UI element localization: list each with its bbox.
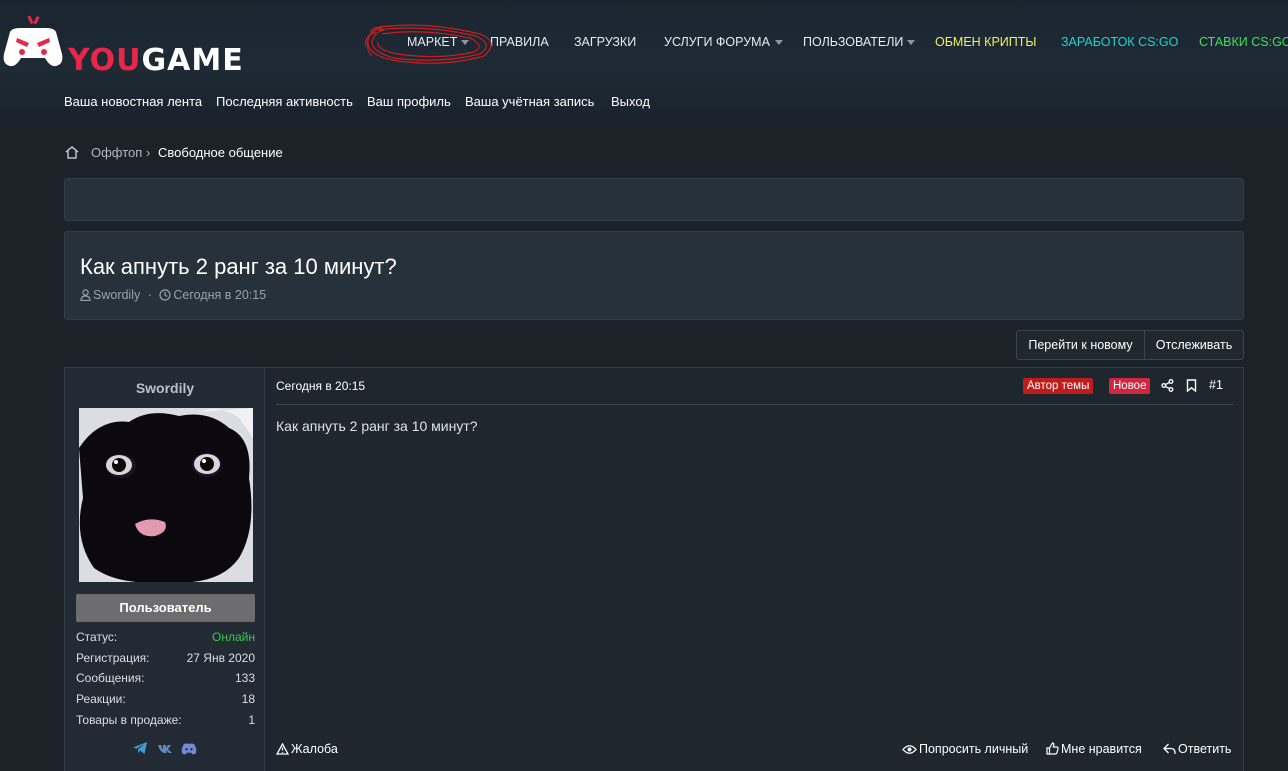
chevron-right-icon: › — [146, 145, 151, 160]
nav-users[interactable]: ПОЛЬЗОВАТЕЛИ — [803, 34, 903, 50]
post: Swordily Пользователь Статус: Онлайн Рег… — [64, 367, 1244, 771]
bookmark-icon[interactable] — [1186, 379, 1197, 397]
stat-label: Сообщения: — [76, 671, 145, 685]
report-button[interactable]: Жалоба — [275, 741, 338, 759]
warning-icon — [275, 742, 290, 759]
notice-area — [64, 178, 1244, 221]
like-button[interactable]: Мне нравится — [1046, 741, 1142, 759]
tag-new: Новое — [1109, 378, 1151, 394]
thread-author[interactable]: Swordily — [93, 288, 140, 302]
home-icon[interactable] — [64, 145, 80, 164]
nav-crypto-exchange[interactable]: ОБМЕН КРИПТЫ — [935, 34, 1036, 50]
stat-reactions: Реакции: 18 — [76, 691, 255, 707]
post-divider — [276, 404, 1233, 405]
stat-value: Онлайн — [212, 630, 255, 644]
post-date[interactable]: Сегодня в 20:15 — [276, 379, 365, 393]
watch-button[interactable]: Отслеживать — [1145, 331, 1243, 359]
breadcrumb-free-talk[interactable]: Свободное общение — [158, 145, 283, 161]
gamepad-logo-icon — [3, 15, 63, 67]
reply-icon — [1163, 743, 1176, 759]
nav-downloads[interactable]: ЗАГРУЗКИ — [574, 34, 636, 50]
stat-value[interactable]: 133 — [235, 670, 255, 686]
stat-messages: Сообщения: 133 — [76, 670, 255, 686]
post-body: Как апнуть 2 ранг за 10 минут? — [276, 418, 478, 434]
stat-label: Реакции: — [76, 692, 126, 706]
share-icon[interactable] — [1161, 379, 1174, 397]
breadcrumb-offtop[interactable]: Оффтоп — [91, 145, 142, 161]
telegram-icon[interactable] — [132, 741, 148, 760]
user-role-badge: Пользователь — [76, 594, 255, 622]
ask-private-label: Попросить личный — [919, 742, 1029, 756]
subnav-logout[interactable]: Выход — [611, 94, 650, 110]
subnav-account[interactable]: Ваша учётная запись — [465, 94, 594, 110]
tag-thread-author: Автор темы — [1023, 378, 1094, 394]
stat-value: 18 — [241, 692, 255, 706]
stat-value: 27 Янв 2020 — [186, 651, 255, 665]
ask-private-button[interactable]: Попросить личный — [902, 741, 1028, 759]
stat-label: Регистрация: — [76, 651, 150, 665]
nav-users-caret-icon[interactable] — [907, 40, 915, 45]
stat-status: Статус: Онлайн — [76, 629, 255, 645]
stat-label: Товары в продаже: — [76, 713, 182, 727]
thread-date[interactable]: Сегодня в 20:15 — [173, 288, 266, 302]
post-message: Сегодня в 20:15 Автор темы Новое #1 Как … — [265, 368, 1243, 771]
subnav-recent-activity[interactable]: Последняя активность — [216, 94, 353, 110]
stat-label: Статус: — [76, 630, 118, 644]
post-tags: Автор темы Новое #1 — [1023, 377, 1233, 397]
nav-bets-csgo[interactable]: СТАВКИ CS:GO — [1199, 34, 1288, 50]
nav-rules[interactable]: ПРАВИЛА — [490, 34, 549, 50]
post-user-panel: Swordily Пользователь Статус: Онлайн Рег… — [65, 368, 265, 771]
post-username[interactable]: Swordily — [65, 380, 265, 396]
report-label: Жалоба — [291, 742, 338, 756]
avatar[interactable] — [79, 408, 253, 582]
discord-icon[interactable] — [181, 742, 197, 760]
go-to-new-button[interactable]: Перейти к новому — [1017, 331, 1144, 359]
thread-header: Как апнуть 2 ранг за 10 минут? Swordily … — [64, 231, 1244, 320]
eye-icon — [902, 743, 917, 759]
post-footer: Жалоба Попросить личный Мне нравится Отв… — [275, 741, 1233, 759]
like-label: Мне нравится — [1061, 742, 1142, 756]
clock-icon — [159, 289, 171, 304]
thumbs-up-icon — [1046, 742, 1059, 759]
stat-registration: Регистрация: 27 Янв 2020 — [76, 650, 255, 666]
logo-wordmark: YOUGAME — [68, 43, 244, 78]
reply-label: Ответить — [1178, 742, 1232, 756]
thread-meta: Swordily · Сегодня в 20:15 — [80, 288, 266, 304]
subnav-news-feed[interactable]: Ваша новостная лента — [64, 94, 202, 110]
vk-icon[interactable] — [157, 742, 173, 760]
thread-title: Как апнуть 2 ранг за 10 минут? — [80, 254, 397, 279]
thread-actions: Перейти к новому Отслеживать — [1016, 330, 1244, 360]
red-scribble-annotation — [365, 24, 492, 64]
nav-earn-csgo[interactable]: ЗАРАБОТОК CS:GO — [1061, 34, 1178, 50]
meta-separator: · — [147, 288, 152, 302]
site-logo[interactable]: YOUGAME — [0, 14, 243, 78]
site-header: YOUGAME МАРКЕТ ПРАВИЛА ЗАГРУЗКИ УСЛУГИ Ф… — [0, 0, 1288, 123]
reply-button[interactable]: Ответить — [1163, 741, 1231, 759]
user-icon — [80, 289, 91, 304]
post-number[interactable]: #1 — [1209, 378, 1223, 392]
stat-value[interactable]: 1 — [248, 712, 255, 728]
subnav-your-profile[interactable]: Ваш профиль — [367, 94, 451, 110]
nav-forum-services-caret-icon[interactable] — [775, 40, 783, 45]
stat-items-for-sale: Товары в продаже: 1 — [76, 712, 255, 728]
nav-forum-services[interactable]: УСЛУГИ ФОРУМА — [664, 34, 770, 50]
